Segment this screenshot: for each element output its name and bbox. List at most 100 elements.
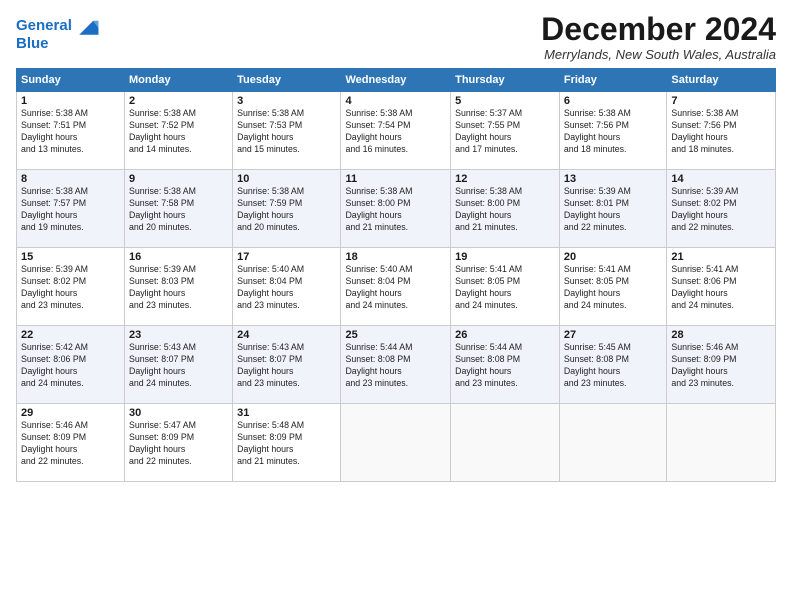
- table-row: 2 Sunrise: 5:38 AM Sunset: 7:52 PM Dayli…: [125, 92, 233, 170]
- table-row: 25 Sunrise: 5:44 AM Sunset: 8:08 PM Dayl…: [341, 326, 451, 404]
- table-row: 23 Sunrise: 5:43 AM Sunset: 8:07 PM Dayl…: [125, 326, 233, 404]
- day-info: Sunrise: 5:39 AM Sunset: 8:02 PM Dayligh…: [671, 186, 771, 234]
- logo-text: General: [16, 18, 72, 35]
- table-row: 6 Sunrise: 5:38 AM Sunset: 7:56 PM Dayli…: [559, 92, 667, 170]
- calendar-week-row: 29 Sunrise: 5:46 AM Sunset: 8:09 PM Dayl…: [17, 404, 776, 482]
- calendar-table: Sunday Monday Tuesday Wednesday Thursday…: [16, 68, 776, 482]
- table-row: 9 Sunrise: 5:38 AM Sunset: 7:58 PM Dayli…: [125, 170, 233, 248]
- day-info: Sunrise: 5:46 AM Sunset: 8:09 PM Dayligh…: [671, 342, 771, 390]
- day-number: 7: [671, 95, 771, 107]
- day-number: 25: [345, 329, 446, 341]
- table-row: 31 Sunrise: 5:48 AM Sunset: 8:09 PM Dayl…: [233, 404, 341, 482]
- col-thu: Thursday: [451, 69, 560, 92]
- table-row: 3 Sunrise: 5:38 AM Sunset: 7:53 PM Dayli…: [233, 92, 341, 170]
- day-info: Sunrise: 5:44 AM Sunset: 8:08 PM Dayligh…: [455, 342, 555, 390]
- day-info: Sunrise: 5:38 AM Sunset: 7:53 PM Dayligh…: [237, 108, 336, 156]
- table-row: 20 Sunrise: 5:41 AM Sunset: 8:05 PM Dayl…: [559, 248, 667, 326]
- day-info: Sunrise: 5:41 AM Sunset: 8:05 PM Dayligh…: [455, 264, 555, 312]
- table-row: 15 Sunrise: 5:39 AM Sunset: 8:02 PM Dayl…: [17, 248, 125, 326]
- day-number: 27: [564, 329, 663, 341]
- day-number: 6: [564, 95, 663, 107]
- calendar-week-row: 8 Sunrise: 5:38 AM Sunset: 7:57 PM Dayli…: [17, 170, 776, 248]
- col-sat: Saturday: [667, 69, 776, 92]
- table-row: 21 Sunrise: 5:41 AM Sunset: 8:06 PM Dayl…: [667, 248, 776, 326]
- location: Merrylands, New South Wales, Australia: [541, 47, 776, 62]
- day-info: Sunrise: 5:38 AM Sunset: 7:59 PM Dayligh…: [237, 186, 336, 234]
- day-info: Sunrise: 5:38 AM Sunset: 7:51 PM Dayligh…: [21, 108, 120, 156]
- table-row: [451, 404, 560, 482]
- day-number: 31: [237, 407, 336, 419]
- day-number: 15: [21, 251, 120, 263]
- day-number: 3: [237, 95, 336, 107]
- day-info: Sunrise: 5:41 AM Sunset: 8:05 PM Dayligh…: [564, 264, 663, 312]
- day-info: Sunrise: 5:44 AM Sunset: 8:08 PM Dayligh…: [345, 342, 446, 390]
- table-row: 24 Sunrise: 5:43 AM Sunset: 8:07 PM Dayl…: [233, 326, 341, 404]
- logo: General Blue: [16, 12, 102, 53]
- day-info: Sunrise: 5:38 AM Sunset: 7:54 PM Dayligh…: [345, 108, 446, 156]
- day-info: Sunrise: 5:39 AM Sunset: 8:03 PM Dayligh…: [129, 264, 228, 312]
- day-info: Sunrise: 5:37 AM Sunset: 7:55 PM Dayligh…: [455, 108, 555, 156]
- day-number: 28: [671, 329, 771, 341]
- day-number: 26: [455, 329, 555, 341]
- day-number: 4: [345, 95, 446, 107]
- day-info: Sunrise: 5:42 AM Sunset: 8:06 PM Dayligh…: [21, 342, 120, 390]
- day-info: Sunrise: 5:38 AM Sunset: 7:56 PM Dayligh…: [564, 108, 663, 156]
- day-info: Sunrise: 5:46 AM Sunset: 8:09 PM Dayligh…: [21, 420, 120, 468]
- col-tue: Tuesday: [233, 69, 341, 92]
- day-number: 17: [237, 251, 336, 263]
- table-row: 22 Sunrise: 5:42 AM Sunset: 8:06 PM Dayl…: [17, 326, 125, 404]
- day-info: Sunrise: 5:38 AM Sunset: 7:52 PM Dayligh…: [129, 108, 228, 156]
- day-number: 22: [21, 329, 120, 341]
- table-row: 11 Sunrise: 5:38 AM Sunset: 8:00 PM Dayl…: [341, 170, 451, 248]
- col-mon: Monday: [125, 69, 233, 92]
- day-info: Sunrise: 5:39 AM Sunset: 8:02 PM Dayligh…: [21, 264, 120, 312]
- table-row: 8 Sunrise: 5:38 AM Sunset: 7:57 PM Dayli…: [17, 170, 125, 248]
- day-info: Sunrise: 5:48 AM Sunset: 8:09 PM Dayligh…: [237, 420, 336, 468]
- table-row: 28 Sunrise: 5:46 AM Sunset: 8:09 PM Dayl…: [667, 326, 776, 404]
- col-fri: Friday: [559, 69, 667, 92]
- logo-icon: [74, 12, 102, 40]
- table-row: 10 Sunrise: 5:38 AM Sunset: 7:59 PM Dayl…: [233, 170, 341, 248]
- table-row: 12 Sunrise: 5:38 AM Sunset: 8:00 PM Dayl…: [451, 170, 560, 248]
- day-info: Sunrise: 5:40 AM Sunset: 8:04 PM Dayligh…: [237, 264, 336, 312]
- header: General Blue December 2024 Merrylands, N…: [16, 12, 776, 62]
- day-number: 1: [21, 95, 120, 107]
- month-title: December 2024: [541, 12, 776, 47]
- table-row: 19 Sunrise: 5:41 AM Sunset: 8:05 PM Dayl…: [451, 248, 560, 326]
- table-row: 16 Sunrise: 5:39 AM Sunset: 8:03 PM Dayl…: [125, 248, 233, 326]
- day-info: Sunrise: 5:40 AM Sunset: 8:04 PM Dayligh…: [345, 264, 446, 312]
- table-row: 27 Sunrise: 5:45 AM Sunset: 8:08 PM Dayl…: [559, 326, 667, 404]
- day-info: Sunrise: 5:45 AM Sunset: 8:08 PM Dayligh…: [564, 342, 663, 390]
- day-number: 29: [21, 407, 120, 419]
- table-row: 13 Sunrise: 5:39 AM Sunset: 8:01 PM Dayl…: [559, 170, 667, 248]
- table-row: 26 Sunrise: 5:44 AM Sunset: 8:08 PM Dayl…: [451, 326, 560, 404]
- day-number: 21: [671, 251, 771, 263]
- table-row: 7 Sunrise: 5:38 AM Sunset: 7:56 PM Dayli…: [667, 92, 776, 170]
- table-row: 4 Sunrise: 5:38 AM Sunset: 7:54 PM Dayli…: [341, 92, 451, 170]
- calendar-week-row: 1 Sunrise: 5:38 AM Sunset: 7:51 PM Dayli…: [17, 92, 776, 170]
- table-row: 5 Sunrise: 5:37 AM Sunset: 7:55 PM Dayli…: [451, 92, 560, 170]
- day-number: 8: [21, 173, 120, 185]
- day-number: 23: [129, 329, 228, 341]
- col-wed: Wednesday: [341, 69, 451, 92]
- calendar-header-row: Sunday Monday Tuesday Wednesday Thursday…: [17, 69, 776, 92]
- day-number: 5: [455, 95, 555, 107]
- day-info: Sunrise: 5:39 AM Sunset: 8:01 PM Dayligh…: [564, 186, 663, 234]
- page: General Blue December 2024 Merrylands, N…: [0, 0, 792, 612]
- day-info: Sunrise: 5:43 AM Sunset: 8:07 PM Dayligh…: [237, 342, 336, 390]
- day-info: Sunrise: 5:38 AM Sunset: 7:58 PM Dayligh…: [129, 186, 228, 234]
- day-number: 20: [564, 251, 663, 263]
- day-info: Sunrise: 5:43 AM Sunset: 8:07 PM Dayligh…: [129, 342, 228, 390]
- day-number: 24: [237, 329, 336, 341]
- day-info: Sunrise: 5:38 AM Sunset: 7:56 PM Dayligh…: [671, 108, 771, 156]
- day-info: Sunrise: 5:41 AM Sunset: 8:06 PM Dayligh…: [671, 264, 771, 312]
- day-info: Sunrise: 5:38 AM Sunset: 8:00 PM Dayligh…: [455, 186, 555, 234]
- table-row: 17 Sunrise: 5:40 AM Sunset: 8:04 PM Dayl…: [233, 248, 341, 326]
- day-info: Sunrise: 5:38 AM Sunset: 7:57 PM Dayligh…: [21, 186, 120, 234]
- day-number: 30: [129, 407, 228, 419]
- day-number: 9: [129, 173, 228, 185]
- col-sun: Sunday: [17, 69, 125, 92]
- table-row: 1 Sunrise: 5:38 AM Sunset: 7:51 PM Dayli…: [17, 92, 125, 170]
- day-number: 2: [129, 95, 228, 107]
- table-row: 29 Sunrise: 5:46 AM Sunset: 8:09 PM Dayl…: [17, 404, 125, 482]
